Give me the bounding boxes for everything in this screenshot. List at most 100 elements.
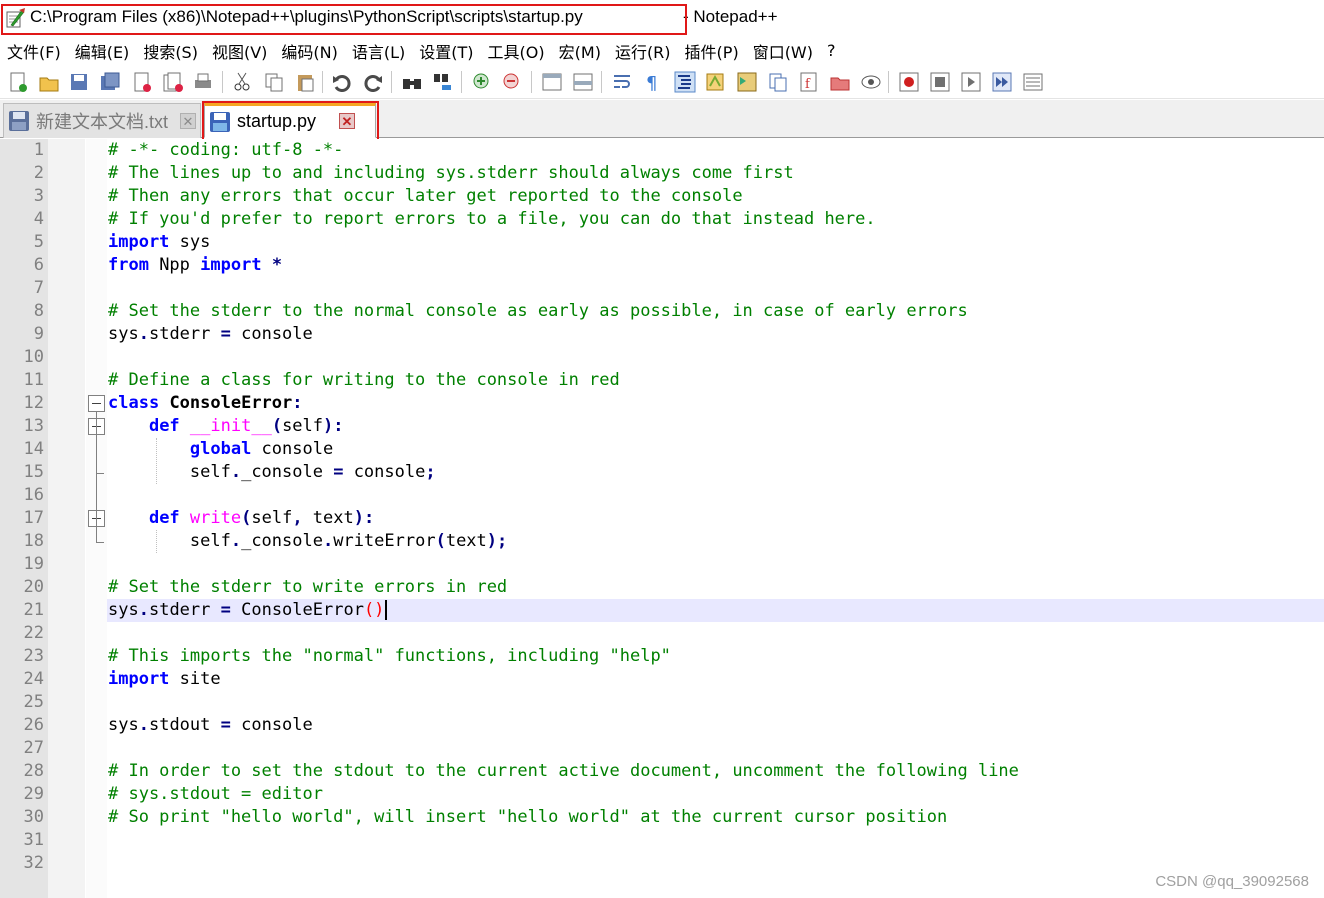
copy-icon[interactable] — [262, 70, 286, 94]
record-macro-icon[interactable] — [897, 70, 921, 94]
sync-horizontal-icon[interactable] — [571, 70, 595, 94]
menu-item[interactable]: 搜索(S) — [143, 39, 198, 63]
line-number: 26 — [23, 715, 44, 735]
new-file-icon[interactable] — [6, 70, 30, 94]
line-number: 19 — [23, 554, 44, 574]
code-line[interactable]: 29 # sys.stdout = editor — [0, 783, 1324, 806]
menu-item[interactable]: 窗口(W) — [753, 39, 813, 63]
code-line[interactable]: 1 # -*- coding: utf-8 -*- — [0, 139, 1324, 162]
close-icon[interactable] — [130, 70, 154, 94]
folder-as-workspace-icon[interactable] — [828, 70, 852, 94]
zoom-in-icon[interactable] — [470, 70, 494, 94]
line-number: 15 — [23, 462, 44, 482]
code-line[interactable]: 26 sys.stdout = console — [0, 714, 1324, 737]
code-line[interactable]: 20 # Set the stderr to write errors in re… — [0, 576, 1324, 599]
line-number: 3 — [33, 186, 44, 206]
code-line[interactable]: 8 # Set the stderr to the normal console … — [0, 300, 1324, 323]
user-language-icon[interactable] — [703, 70, 727, 94]
find-icon[interactable] — [400, 70, 424, 94]
code-line[interactable]: 32 — [0, 852, 1324, 875]
indent-guide — [156, 438, 157, 484]
menu-item[interactable]: 设置(T) — [419, 39, 473, 63]
code-line[interactable]: 30 # So print "hello world", will insert … — [0, 806, 1324, 829]
active-tab-highlight-box — [202, 101, 379, 141]
print-icon[interactable] — [191, 70, 215, 94]
fold-end-marker — [96, 542, 104, 543]
document-list-icon[interactable] — [766, 70, 790, 94]
indent-guide-icon[interactable] — [673, 70, 697, 94]
show-all-characters-icon[interactable]: ¶ — [640, 70, 664, 94]
code-line[interactable]: 3 # Then any errors that occur later get … — [0, 185, 1324, 208]
code-line[interactable]: 18 self._console.writeError(text); — [0, 530, 1324, 553]
save-macro-icon[interactable] — [1021, 70, 1045, 94]
open-file-icon[interactable] — [37, 70, 61, 94]
line-number: 23 — [23, 646, 44, 666]
menu-item[interactable]: 编码(N) — [281, 39, 337, 63]
play-macro-icon[interactable] — [959, 70, 983, 94]
code-line[interactable]: 24 import site — [0, 668, 1324, 691]
code-text: sys.stderr = console — [108, 324, 313, 344]
menu-item[interactable]: 运行(R) — [615, 39, 671, 63]
undo-icon[interactable] — [330, 70, 354, 94]
code-line[interactable]: 6 from Npp import * — [0, 254, 1324, 277]
code-line[interactable]: 25 — [0, 691, 1324, 714]
menu-item[interactable]: 工具(O) — [488, 39, 545, 63]
monitoring-icon[interactable] — [859, 70, 883, 94]
line-number: 29 — [23, 784, 44, 804]
code-line[interactable]: 28 # In order to set the stdout to the cu… — [0, 760, 1324, 783]
code-line[interactable]: 19 — [0, 553, 1324, 576]
code-line[interactable]: 15 self._console = console; — [0, 461, 1324, 484]
cut-icon[interactable] — [230, 70, 254, 94]
menu-item[interactable]: 编辑(E) — [75, 39, 130, 63]
toolbar-separator — [601, 71, 602, 93]
save-all-icon[interactable] — [98, 70, 122, 94]
toolbar-separator — [461, 71, 462, 93]
code-line[interactable]: 16 — [0, 484, 1324, 507]
zoom-out-icon[interactable] — [500, 70, 524, 94]
code-line[interactable]: 10 — [0, 346, 1324, 369]
paste-icon[interactable] — [293, 70, 317, 94]
code-line[interactable]: 14 global console — [0, 438, 1324, 461]
svg-text:¶: ¶ — [646, 73, 657, 93]
close-tab-icon[interactable]: ✕ — [180, 113, 196, 129]
code-line[interactable]: 7 — [0, 277, 1324, 300]
menu-item[interactable]: ? — [827, 41, 836, 60]
code-line[interactable]: 13 def __init__(self): — [0, 415, 1324, 438]
function-list-icon[interactable]: f — [797, 70, 821, 94]
document-map-icon[interactable] — [735, 70, 759, 94]
menu-item[interactable]: 宏(M) — [559, 39, 601, 63]
code-line[interactable]: 12 class ConsoleError: — [0, 392, 1324, 415]
sync-vertical-icon[interactable] — [540, 70, 564, 94]
code-line[interactable]: 27 — [0, 737, 1324, 760]
line-number: 22 — [23, 623, 44, 643]
code-line[interactable]: 4 # If you'd prefer to report errors to a… — [0, 208, 1324, 231]
code-line[interactable]: 17 def write(self, text): — [0, 507, 1324, 530]
save-icon[interactable] — [67, 70, 91, 94]
redo-icon[interactable] — [361, 70, 385, 94]
menu-item[interactable]: 文件(F) — [7, 39, 61, 63]
code-text: def __init__(self): — [148, 416, 344, 436]
code-editor[interactable]: 1 # -*- coding: utf-8 -*- 2 # The lines up … — [0, 139, 1324, 898]
code-line[interactable]: 2 # The lines up to and including sys.std… — [0, 162, 1324, 185]
menu-item[interactable]: 插件(P) — [685, 39, 739, 63]
tab-new-text-document[interactable]: 新建文本文档.txt ✕ — [3, 103, 201, 138]
stop-record-icon[interactable] — [928, 70, 952, 94]
word-wrap-icon[interactable] — [610, 70, 634, 94]
fold-toggle-icon[interactable] — [88, 395, 105, 412]
close-all-icon[interactable] — [161, 70, 185, 94]
code-line[interactable]: 23 # This imports the "normal" functions,… — [0, 645, 1324, 668]
code-text: global console — [189, 439, 334, 459]
code-line[interactable]: 31 — [0, 829, 1324, 852]
replace-icon[interactable] — [431, 70, 455, 94]
toolbar-separator — [391, 71, 392, 93]
tab-label: 新建文本文档.txt — [36, 112, 169, 132]
code-line[interactable]: 5 import sys — [0, 231, 1324, 254]
menu-item[interactable]: 语言(L) — [352, 39, 405, 63]
code-line[interactable]: 21 sys.stderr = ConsoleError() — [0, 599, 1324, 622]
code-line[interactable]: 22 — [0, 622, 1324, 645]
line-number: 11 — [23, 370, 44, 390]
run-macro-multiple-icon[interactable] — [990, 70, 1014, 94]
code-line[interactable]: 11 # Define a class for writing to the co… — [0, 369, 1324, 392]
code-line[interactable]: 9 sys.stderr = console — [0, 323, 1324, 346]
menu-item[interactable]: 视图(V) — [212, 39, 267, 63]
